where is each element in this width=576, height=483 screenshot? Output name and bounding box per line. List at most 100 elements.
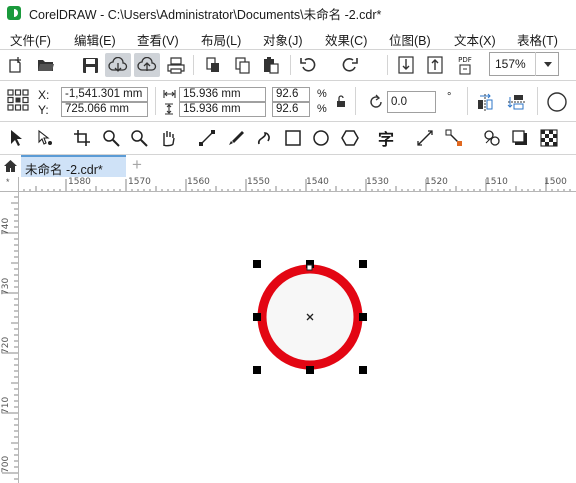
menu-edit[interactable]: 编辑(E) [74,30,116,49]
ruler-label: 1500 [544,177,567,187]
zoom-tool-icon[interactable] [99,126,123,150]
ruler-label: 1580 [68,177,91,187]
home-icon[interactable] [0,155,21,177]
line-tool-icon[interactable] [195,126,219,150]
cloud-export-icon[interactable] [134,53,160,77]
reference-point-icon[interactable] [5,87,31,113]
crop-tool-icon[interactable] [70,126,94,150]
node-markers [306,264,313,271]
drawing-canvas[interactable] [20,193,576,483]
document-tab-bar: 未命名 -2.cdr* + [0,155,576,177]
add-tab-button[interactable]: + [128,156,146,174]
ruler-label: 1550 [247,177,270,187]
ruler-label: 1510 [485,177,508,187]
menu-object[interactable]: 对象(J) [263,30,303,49]
property-separator [355,87,356,115]
handle-top-left[interactable] [253,260,261,268]
rotation-field[interactable]: 0.0 [387,91,436,113]
y-position-field[interactable]: 725.066 mm [61,102,148,117]
text-tool-icon[interactable]: 字 [374,126,398,150]
menu-text[interactable]: 文本(X) [454,30,496,49]
toolbar-separator [193,55,194,75]
x-position-field[interactable]: -1,541.301 mm [61,87,148,102]
freehand-tool-icon[interactable] [127,126,151,150]
open-folder-icon[interactable] [36,55,56,75]
pick-tool-icon[interactable] [4,126,28,150]
horizontal-ruler[interactable]: 1580 1570 1560 1550 1540 1530 1520 1510 … [19,177,576,192]
print-icon[interactable] [165,55,187,75]
handle-left[interactable] [253,313,261,321]
scale-x-percent: % [317,88,327,100]
copy-icon[interactable] [232,55,252,75]
handle-bottom[interactable] [306,366,314,374]
handle-right[interactable] [359,313,367,321]
pan-tool-icon[interactable] [156,126,180,150]
ruler-label: 1530 [366,177,389,187]
paste-icon[interactable] [260,55,280,75]
ruler-label: 740 [1,217,11,235]
handle-bottom-left[interactable] [253,366,261,374]
width-field[interactable]: 15.936 mm [179,87,266,102]
cloud-import-icon[interactable] [105,53,131,77]
import-icon[interactable] [396,54,416,76]
scale-y-field[interactable]: 92.6 [272,102,310,117]
menu-layout[interactable]: 布局(L) [201,30,241,49]
ruler-label: 710 [1,396,11,414]
shape-tool-icon[interactable] [33,126,57,150]
menu-effects[interactable]: 效果(C) [325,30,367,49]
height-field[interactable]: 15.936 mm [179,102,266,117]
menu-bar: 文件(F) 编辑(E) 查看(V) 布局(L) 对象(J) 效果(C) 位图(B… [0,27,576,49]
menu-view[interactable]: 查看(V) [137,30,179,49]
zoom-dropdown-icon[interactable] [535,52,559,76]
export-icon[interactable] [425,54,445,76]
ruler-label: 1540 [306,177,329,187]
transparency-tool-icon[interactable] [537,126,561,150]
new-document-icon[interactable] [6,55,26,75]
toolbar-separator [290,55,291,75]
property-bar: X: Y: -1,541.301 mm 725.066 mm 15.936 mm… [0,81,576,120]
width-icon [162,88,176,100]
ruler-label: 1570 [128,177,151,187]
bezier-tool-icon[interactable] [252,126,276,150]
handle-bottom-right[interactable] [359,366,367,374]
degree-symbol: ° [447,91,452,103]
vertical-ruler[interactable]: 740 730 720 710 700 [0,192,19,483]
connector-tool-icon[interactable] [442,126,466,150]
tab-document[interactable]: 未命名 -2.cdr* [21,155,126,177]
drop-shadow-tool-icon[interactable] [508,126,532,150]
redo-icon[interactable] [340,55,360,75]
ellipse-tool-icon[interactable] [309,126,333,150]
mirror-vertical-icon[interactable] [505,91,527,113]
mirror-horizontal-icon[interactable] [474,91,496,113]
scale-y-percent: % [317,103,327,115]
dimension-tool-icon[interactable] [413,126,437,150]
rectangle-tool-icon[interactable] [281,126,305,150]
publish-pdf-icon[interactable]: PDF [453,53,477,77]
blend-tool-icon[interactable] [480,126,504,150]
undo-icon[interactable] [298,55,318,75]
x-label: X: [38,88,50,102]
menu-file[interactable]: 文件(F) [10,30,51,49]
ruler-label: 700 [1,455,11,473]
ruler-origin[interactable]: * [0,177,19,192]
toolbox: 字 [0,122,576,154]
cut-icon[interactable] [203,55,223,75]
menu-table[interactable]: 表格(T) [517,30,558,49]
property-separator [155,87,156,115]
ruler-label: 730 [1,277,11,295]
y-label: Y: [38,103,49,117]
canvas-drawing [253,260,367,374]
toolbar-separator [387,55,388,75]
title-bar: CorelDRAW - C:\Users\Administrator\Docum… [0,0,576,26]
property-separator [467,87,468,115]
outline-circle-icon[interactable] [544,89,570,115]
menu-bitmaps[interactable]: 位图(B) [389,30,431,49]
handle-top-right[interactable] [359,260,367,268]
artistic-media-icon[interactable] [224,126,248,150]
scale-x-field[interactable]: 92.6 [272,87,310,102]
lock-ratio-icon[interactable] [335,94,347,108]
node-top[interactable] [306,264,313,271]
ruler-label: 720 [1,336,11,354]
polygon-tool-icon[interactable] [338,126,362,150]
save-icon[interactable] [80,55,100,75]
